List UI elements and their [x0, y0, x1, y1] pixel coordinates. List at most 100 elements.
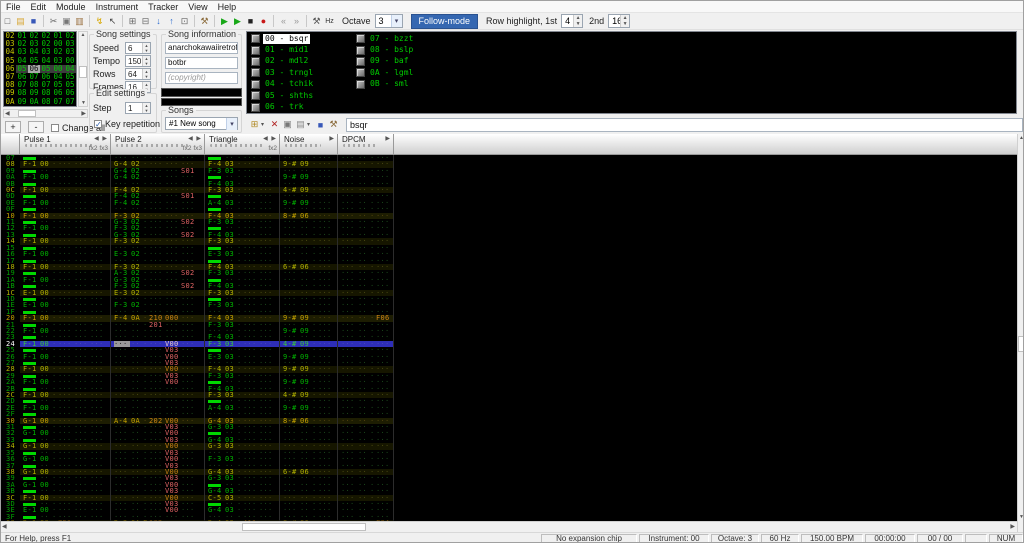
instrument-item-05[interactable]: 05 - shths	[249, 90, 315, 101]
channel-header-triangle[interactable]: Triangle ◀ ▶ fx2	[205, 134, 280, 154]
instrument-item-02[interactable]: 02 - mdl2	[249, 56, 310, 67]
load-instrument-icon[interactable]: ▤	[294, 118, 307, 131]
spinner-arrows-icon[interactable]: ▲▼	[620, 15, 630, 27]
row-highlight-1st-stepper[interactable]: 4 ▲ ▼	[561, 14, 584, 28]
instrument-item-08[interactable]: 08 - bslp	[354, 44, 415, 55]
menu-item-help[interactable]: Help	[213, 1, 242, 13]
module-properties-icon[interactable]: ⚒	[199, 15, 211, 28]
menu-item-view[interactable]: View	[183, 1, 212, 13]
new-file-icon[interactable]: □	[2, 15, 14, 28]
frame-add-icon[interactable]: ⊞	[127, 15, 139, 28]
key-repetition-checkbox[interactable]: ✓ Key repetition	[94, 119, 160, 129]
instrument-item-01[interactable]: 01 - mid1	[249, 44, 310, 55]
songs-select[interactable]: #1 New song ▾	[165, 117, 238, 130]
frame-duplicate-icon[interactable]: ⊡	[179, 15, 191, 28]
channel-header-dpcm[interactable]: DPCM ▶	[338, 134, 394, 154]
row-highlight-2nd-stepper[interactable]: 16 ▲ ▼	[608, 14, 631, 28]
scrollbar-thumb[interactable]	[1018, 336, 1023, 352]
step-stepper[interactable]: 1 ▲ ▼	[125, 102, 151, 114]
scroll-right-icon[interactable]: ▶	[1010, 523, 1015, 530]
instrument-item-00[interactable]: 00 - bsqr	[249, 33, 311, 44]
instrument-item-07[interactable]: 07 - bzzt	[354, 33, 415, 44]
cut-icon[interactable]: ✂	[48, 15, 60, 28]
song-copyright-input[interactable]: (copyright)	[165, 72, 238, 84]
play-icon[interactable]: ▶	[219, 15, 231, 28]
frame-pattern-cell[interactable]: 07	[52, 97, 64, 106]
chevron-down-icon[interactable]: ▾	[226, 117, 237, 130]
clone-instrument-icon[interactable]: ▣	[281, 118, 294, 131]
save-instrument-icon[interactable]: ■	[314, 118, 327, 131]
scroll-right-icon[interactable]: ▶	[81, 110, 86, 117]
channel-header-pulse-1[interactable]: Pulse 1 ◀ ▶ fx2 fx3	[20, 134, 111, 154]
instrument-item-03[interactable]: 03 - trngl	[249, 67, 315, 78]
chevron-down-icon[interactable]: ▾	[390, 15, 402, 27]
channel-expand-arrows-icon[interactable]: ▶	[385, 135, 391, 144]
instrument-item-06[interactable]: 06 - trk	[249, 101, 306, 112]
scroll-down-icon[interactable]: ▼	[81, 100, 86, 106]
frame-move-down-icon[interactable]: ↓	[153, 15, 165, 28]
frame-pattern-cell[interactable]: 07	[64, 97, 76, 106]
frame-add-button[interactable]: +	[5, 121, 21, 133]
spinner-arrows-icon[interactable]: ▲▼	[142, 103, 150, 113]
scroll-down-icon[interactable]: ▼	[1018, 514, 1023, 520]
channel-expand-arrows-icon[interactable]: ◀ ▶	[94, 135, 108, 144]
frame-remove-icon[interactable]: ⊟	[140, 15, 152, 28]
scroll-left-icon[interactable]: ◀	[5, 110, 10, 117]
scroll-left-icon[interactable]: ◀	[2, 523, 7, 530]
scrollbar-thumb[interactable]	[17, 110, 36, 117]
instrument-item-04[interactable]: 04 - tchik	[249, 79, 315, 90]
scrollbar-thumb[interactable]	[79, 66, 87, 78]
scrollbar-thumb[interactable]	[242, 523, 366, 531]
paste-icon[interactable]: ▥	[74, 15, 86, 28]
frame-pattern-cell[interactable]: 09	[16, 97, 28, 106]
copy-icon[interactable]: ▣	[61, 15, 73, 28]
configuration-icon[interactable]: ⚒	[311, 15, 323, 28]
spinner-arrows-icon[interactable]: ▲▼	[142, 69, 150, 79]
menu-item-instrument[interactable]: Instrument	[91, 1, 144, 13]
follow-cursor-icon[interactable]: ↖	[107, 15, 119, 28]
pattern-hscrollbar[interactable]: ◀ ▶	[1, 521, 1017, 532]
song-title-input[interactable]: anarchokawaiiretrofifty	[165, 42, 238, 54]
remove-instrument-icon[interactable]: ✕	[268, 118, 281, 131]
song-author-input[interactable]: botbr	[165, 57, 238, 69]
frame-move-up-icon[interactable]: ↑	[166, 15, 178, 28]
load-instrument-dropdown-icon[interactable]: ▾	[307, 121, 314, 128]
channel-header-noise[interactable]: Noise ▶	[280, 134, 338, 154]
instrument-item-0B[interactable]: 0B - sml	[354, 79, 411, 90]
stop-icon[interactable]: ■	[245, 15, 257, 28]
edit-enable-icon[interactable]: ↯	[94, 15, 106, 28]
new-instrument-dropdown-icon[interactable]: ▾	[261, 121, 268, 128]
channel-expand-arrows-icon[interactable]: ◀ ▶	[188, 135, 202, 144]
instrument-name-input[interactable]: bsqr	[346, 117, 1023, 132]
rows-stepper[interactable]: 64 ▲ ▼	[125, 68, 151, 80]
spinner-arrows-icon[interactable]: ▲▼	[573, 15, 583, 27]
menu-item-file[interactable]: File	[1, 1, 26, 13]
speed-stepper[interactable]: 6 ▲ ▼	[125, 42, 151, 54]
checkbox-icon[interactable]	[51, 124, 59, 132]
open-file-icon[interactable]: ▤	[15, 15, 27, 28]
frame-pattern-cell[interactable]: 0A	[28, 97, 40, 106]
frame-editor[interactable]: 02 01 02 02 01 02 03 02 03 02 00 03 04 03 04 03 02 03 05 04…	[3, 31, 77, 107]
new-instrument-icon[interactable]: ⊞	[248, 118, 261, 131]
channel-expand-arrows-icon[interactable]: ▶	[329, 135, 335, 144]
frame-pattern-cell[interactable]: 08	[40, 97, 52, 106]
scroll-up-icon[interactable]: ▲	[1018, 135, 1023, 141]
channel-expand-arrows-icon[interactable]: ◀ ▶	[263, 135, 277, 144]
octave-select[interactable]: 3 ▾	[374, 14, 403, 28]
record-icon[interactable]: ●	[258, 15, 270, 28]
checkbox-checked-icon[interactable]: ✓	[94, 120, 102, 129]
tempo-stepper[interactable]: 150 ▲ ▼	[125, 55, 151, 67]
instrument-list[interactable]: 00 - bsqr 01 - mid1 02 - mdl2 03 - trngl 04 …	[246, 31, 1017, 114]
next-song-icon[interactable]: »	[291, 15, 303, 28]
spinner-arrows-icon[interactable]: ▲▼	[142, 56, 150, 66]
menu-item-tracker[interactable]: Tracker	[143, 1, 183, 13]
channel-header-pulse-2[interactable]: Pulse 2 ◀ ▶ fx2 fx3	[111, 134, 205, 154]
frame-row[interactable]: 0A 09 0A 08 07 07	[4, 97, 76, 106]
play-pattern-icon[interactable]: ▶	[232, 15, 244, 28]
frame-editor-hscrollbar[interactable]: ◀ ▶	[3, 109, 88, 118]
follow-mode-button[interactable]: Follow-mode	[410, 13, 479, 29]
pattern-grid[interactable]: 07 ·· ···· ··· ··· ··· ·· ···· ··· ··· ·· ···· ··· ··…	[1, 155, 1017, 521]
menu-item-module[interactable]: Module	[51, 1, 91, 13]
instrument-editor-icon[interactable]: ⚒	[327, 118, 340, 131]
register-display-icon[interactable]: Hz	[324, 15, 336, 28]
